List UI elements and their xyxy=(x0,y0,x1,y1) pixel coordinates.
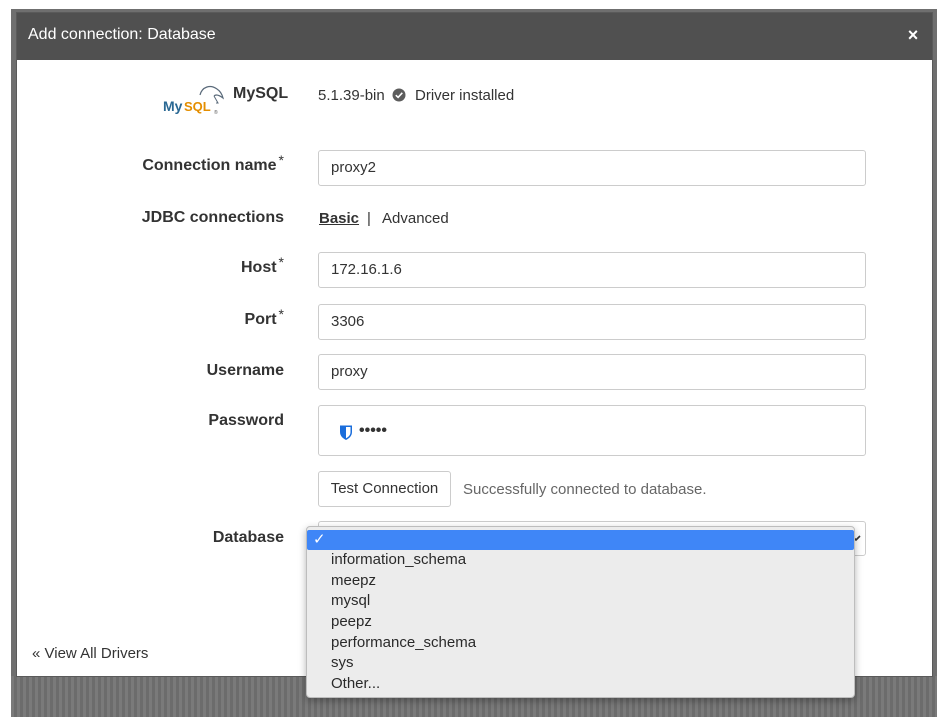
username-input[interactable]: proxy xyxy=(318,354,866,390)
required-marker: * xyxy=(278,152,284,168)
password-label: Password xyxy=(208,412,284,429)
database-dropdown-list: ✓ information_schema meepz mysql peepz p… xyxy=(306,526,855,698)
svg-text:®: ® xyxy=(214,109,218,116)
port-input[interactable]: 3306 xyxy=(318,304,866,340)
jdbc-advanced-tab[interactable]: Advanced xyxy=(382,210,449,227)
database-label: Database xyxy=(212,529,284,546)
jdbc-basic-tab[interactable]: Basic xyxy=(319,210,359,227)
check-circle-icon xyxy=(392,88,406,102)
required-marker: * xyxy=(278,306,284,322)
svg-text:SQL: SQL xyxy=(184,99,211,114)
dropdown-option[interactable]: mysql xyxy=(307,591,854,612)
svg-text:My: My xyxy=(163,98,183,114)
dropdown-option[interactable]: sys xyxy=(307,653,854,674)
driver-status: Driver installed xyxy=(415,87,515,104)
check-icon: ✓ xyxy=(313,531,326,548)
dropdown-option[interactable]: information_schema xyxy=(307,550,854,571)
mysql-logo: My SQL ® xyxy=(163,85,224,116)
view-all-drivers-link[interactable]: « View All Drivers xyxy=(32,645,148,662)
password-masked-value: ••••• xyxy=(359,422,388,439)
connection-name-input[interactable]: proxy2 xyxy=(318,150,866,186)
port-label: Port * xyxy=(244,306,284,328)
close-icon[interactable]: × xyxy=(903,24,923,46)
driver-version: 5.1.39-bin xyxy=(318,87,385,104)
dialog-header: Add connection: Database × xyxy=(17,13,932,60)
dropdown-option-empty[interactable]: ✓ xyxy=(307,530,854,550)
host-label: Host * xyxy=(240,254,284,276)
dropdown-option[interactable]: peepz xyxy=(307,612,854,633)
dropdown-option[interactable]: Other... xyxy=(307,674,854,695)
host-input[interactable]: 172.16.1.6 xyxy=(318,252,866,288)
test-connection-button[interactable]: Test Connection xyxy=(318,471,451,507)
required-marker: * xyxy=(278,254,284,270)
jdbc-connections-label: JDBC connections xyxy=(141,209,284,226)
connection-status-text: Successfully connected to database. xyxy=(463,481,707,498)
password-input[interactable] xyxy=(318,405,866,456)
connection-name-label: Connection name * xyxy=(142,152,284,174)
dropdown-option[interactable]: meepz xyxy=(307,571,854,592)
driver-name: MySQL xyxy=(233,85,289,102)
dialog-title: Add connection: Database xyxy=(28,26,216,43)
username-label: Username xyxy=(206,362,284,379)
double-chevron-left-icon: « xyxy=(32,645,41,662)
jdbc-separator: | xyxy=(367,210,371,227)
password-manager-shield-icon[interactable] xyxy=(339,424,353,441)
dropdown-option[interactable]: performance_schema xyxy=(307,633,854,654)
